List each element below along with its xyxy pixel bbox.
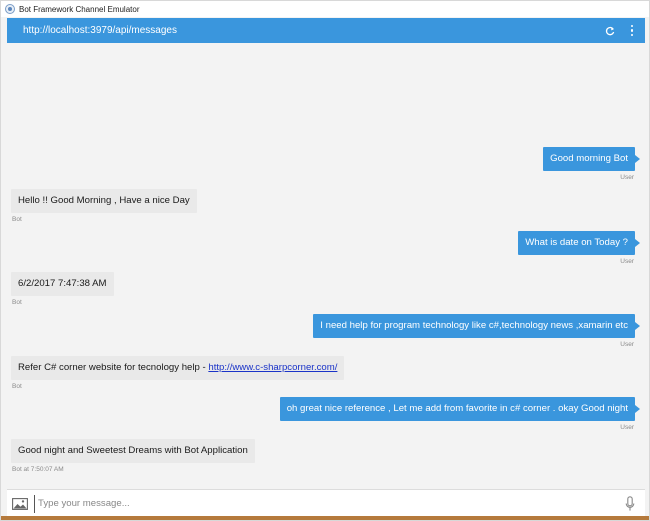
bot-message-bubble: Refer C# corner website for tecnology he… — [11, 356, 345, 380]
chat-history[interactable]: Good morning Bot User Hello !! Good Morn… — [7, 43, 645, 489]
refresh-icon[interactable] — [603, 24, 617, 38]
endpoint-url[interactable]: http://localhost:3979/api/messages — [23, 25, 603, 36]
bot-message-meta: Bot — [12, 216, 22, 223]
bot-message-meta: Bot — [12, 383, 22, 390]
user-message-bubble: oh great nice reference , Let me add fro… — [279, 397, 641, 421]
image-upload-icon[interactable] — [12, 497, 28, 510]
user-message-bubble: Good morning Bot — [543, 147, 640, 171]
bot-message-text: Refer C# corner website for tecnology he… — [18, 362, 209, 373]
message-composer — [7, 489, 645, 517]
bot-message-bubble: Hello !! Good Morning , Have a nice Day — [11, 189, 197, 213]
user-message-meta: User — [620, 174, 634, 181]
address-bar: http://localhost:3979/api/messages — [7, 18, 645, 43]
app-icon — [5, 4, 15, 14]
emulator-window: Bot Framework Channel Emulator http://lo… — [0, 0, 650, 521]
bot-message-meta: Bot at 7:50:07 AM — [12, 466, 64, 473]
window-title: Bot Framework Channel Emulator — [19, 4, 140, 14]
bot-message-bubble: 6/2/2017 7:47:38 AM — [11, 272, 114, 296]
user-message-meta: User — [620, 341, 634, 348]
user-message-meta: User — [620, 258, 634, 265]
taskbar-edge — [1, 516, 649, 520]
more-options-icon[interactable] — [625, 24, 639, 38]
microphone-icon[interactable] — [625, 495, 635, 512]
user-message-meta: User — [620, 424, 634, 431]
bot-message-meta: Bot — [12, 299, 22, 306]
title-bar: Bot Framework Channel Emulator — [1, 1, 649, 17]
bot-message-bubble: Good night and Sweetest Dreams with Bot … — [11, 439, 255, 463]
user-message-bubble: I need help for program technology like … — [313, 314, 640, 338]
sharpcorner-link[interactable]: http://www.c-sharpcorner.com/ — [208, 362, 337, 373]
message-input[interactable] — [34, 494, 625, 513]
user-message-bubble: What is date on Today ? — [518, 231, 640, 255]
